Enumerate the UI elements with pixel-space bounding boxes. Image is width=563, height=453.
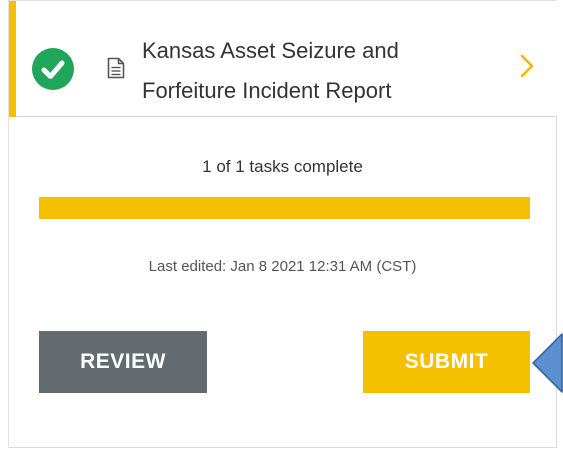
progress-bar-fill: [39, 197, 530, 219]
last-edited-text: Last edited: Jan 8 2021 12:31 AM (CST): [148, 258, 417, 275]
chevron-right-icon[interactable]: [517, 52, 537, 80]
check-circle-icon: [32, 48, 74, 90]
progress-text: 1 of 1 tasks complete: [202, 157, 363, 176]
review-button[interactable]: REVIEW: [39, 331, 207, 393]
task-accent-bar: [9, 1, 16, 117]
task-row[interactable]: Kansas Asset Seizure and Forfeiture Inci…: [9, 0, 557, 117]
document-icon: [107, 57, 125, 79]
progress-bar: [39, 197, 530, 219]
submission-panel: Kansas Asset Seizure and Forfeiture Inci…: [8, 0, 557, 448]
pointer-arrow-icon: [532, 333, 563, 393]
task-title[interactable]: Kansas Asset Seizure and Forfeiture Inci…: [142, 31, 472, 111]
submit-button[interactable]: SUBMIT: [363, 331, 530, 393]
